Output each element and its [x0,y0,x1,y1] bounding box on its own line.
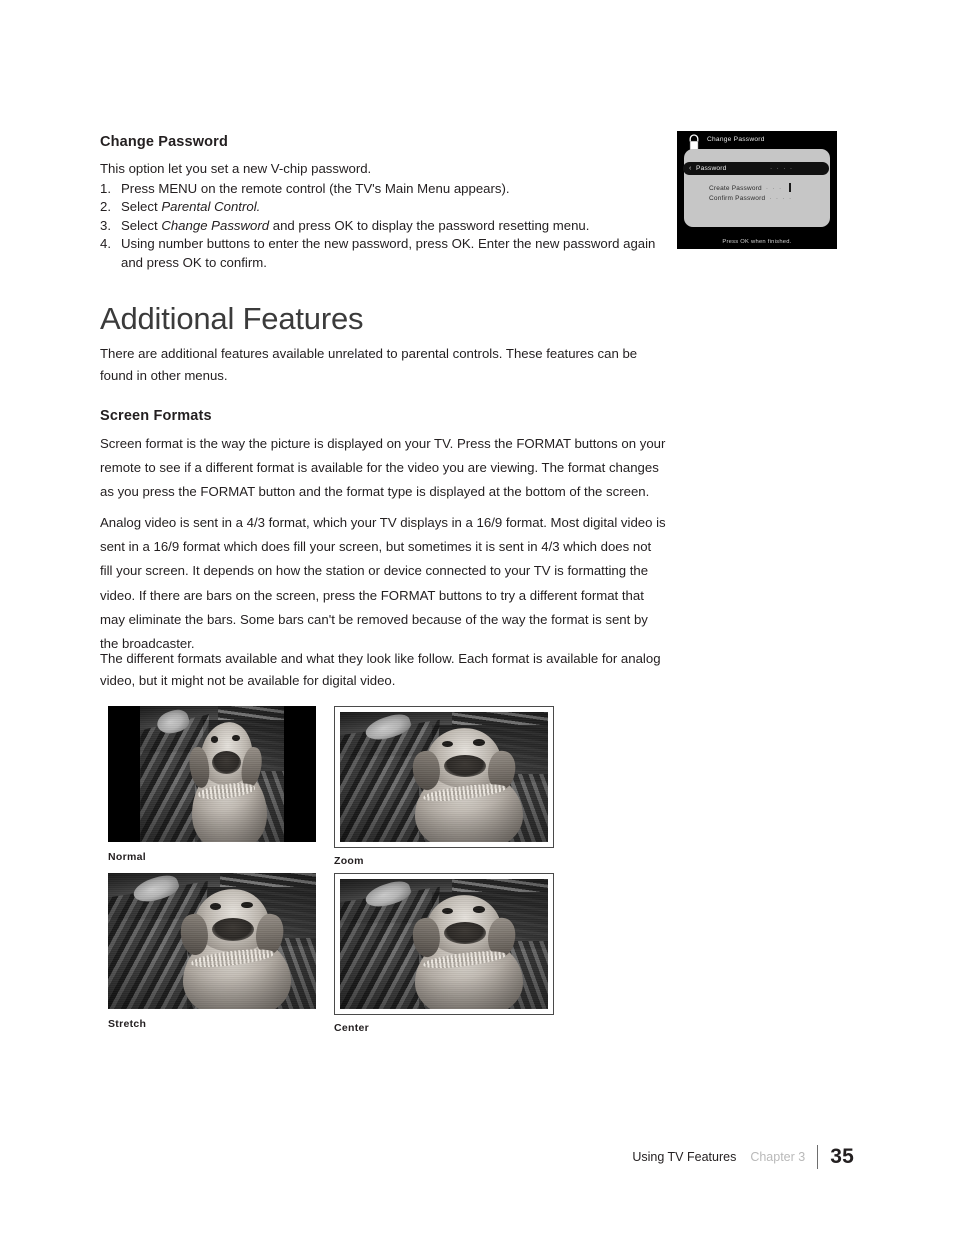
footer-divider [817,1145,819,1169]
change-password-steps: 1. Press MENU on the remote control (the … [100,180,660,273]
format-sample-zoom: Zoom [334,706,554,867]
step-number: 1. [100,180,111,196]
footer-section-title: Using TV Features [632,1150,737,1164]
tv-menu-confirm-password-field[interactable]: Confirm Password · · · · [709,195,793,202]
format-preview-stretch [108,873,316,1009]
format-label-center: Center [334,1022,370,1034]
list-item: 3. Select Change Password and press OK to… [100,217,660,236]
tv-menu-row-label: Password [696,165,727,172]
pillarbox-inner [140,706,284,842]
dog-photo [340,712,548,842]
footer-chapter-label: Chapter 3 [750,1150,806,1164]
page-footer: Using TV Features Chapter 3 35 [632,1144,854,1170]
tv-menu-screenshot: Change Password ‹ Password · · · · Creat… [677,131,837,249]
manual-page: Change Password This option let you set … [0,0,954,1235]
step-text: Using number buttons to enter the new pa… [121,236,656,270]
tv-menu-selected-row[interactable]: ‹ Password · · · · [683,162,829,175]
tv-menu-panel: ‹ Password · · · · Create Password · · · … [683,149,830,227]
format-label-normal: Normal [108,851,146,863]
step-text-italic: Change Password [161,217,270,233]
format-sample-stretch: Stretch [108,873,316,1030]
step-number: 4. [100,236,111,252]
dog-photo [108,873,316,1009]
text-cursor [789,183,791,192]
screen-formats-heading: Screen Formats [100,408,212,424]
list-item: 2. Select Parental Control. [100,198,660,217]
format-preview-center [334,873,554,1015]
format-sample-normal: Normal [108,706,316,863]
screen-formats-paragraph-3: The different formats available and what… [100,651,661,688]
tv-menu-create-password-dots: · · · [765,185,783,192]
list-item: 1. Press MENU on the remote control (the … [100,180,660,199]
tv-menu-row-dots: · · · · [770,165,794,172]
change-password-section: Change Password This option let you set … [100,134,660,272]
step-text-post: and press OK to display the password res… [269,217,590,233]
change-password-heading: Change Password [100,134,228,150]
additional-features-body: There are additional features available … [100,346,638,383]
dog-photo [140,706,284,842]
chevron-left-icon: ‹ [689,164,692,172]
step-number: 2. [100,199,111,215]
format-samples-grid: Normal Zoom Stretch Center [108,706,568,1051]
format-preview-normal [108,706,316,842]
tv-menu-title: Change Password [707,136,765,143]
step-text: Select [121,217,162,233]
list-item: 4. Using number buttons to enter the new … [100,235,660,272]
format-preview-zoom [334,706,554,848]
step-text-italic: Parental Control. [161,199,261,215]
change-password-lead: This option let you set a new V-chip pas… [100,161,372,176]
tv-menu-confirm-password-dots: · · · · [769,195,793,202]
page-number: 35 [830,1145,854,1168]
format-label-zoom: Zoom [334,855,364,867]
screen-formats-paragraph-2: Analog video is sent in a 4/3 format, wh… [100,515,666,652]
screen-formats-paragraph-1: Screen format is the way the picture is … [100,436,666,500]
dog-photo [340,879,548,1009]
tv-menu-create-password-field[interactable]: Create Password · · · [709,185,782,192]
tv-menu-footer-hint: Press OK when finished. [722,239,792,245]
tv-menu-confirm-password-label: Confirm Password [709,195,766,202]
additional-features-title: Additional Features [100,301,364,336]
format-label-stretch: Stretch [108,1018,147,1030]
tv-menu-create-password-label: Create Password [709,185,762,192]
format-sample-center: Center [334,873,554,1034]
step-text: Select [121,199,162,215]
step-text: Press MENU on the remote control (the TV… [121,180,510,196]
step-number: 3. [100,217,111,233]
